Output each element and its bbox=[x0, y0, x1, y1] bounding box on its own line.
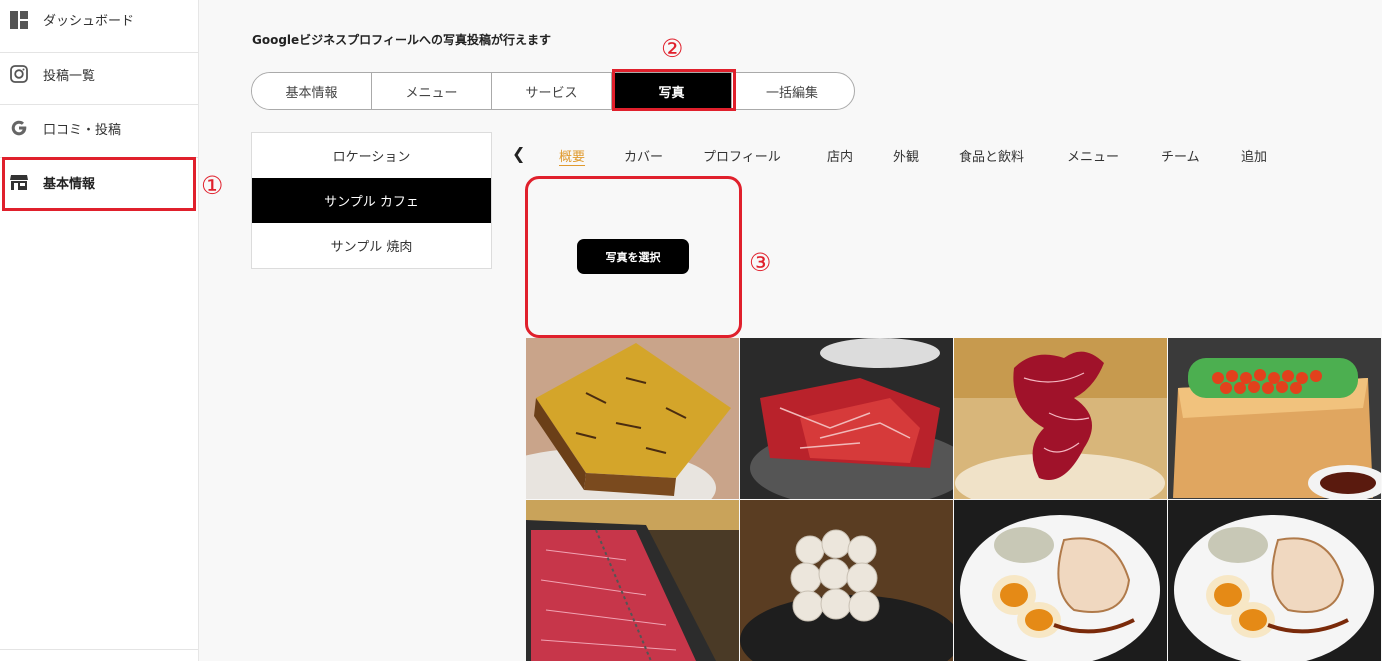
highlight-box-photo-tab bbox=[612, 69, 736, 111]
ramen-plate-photo-2[interactable] bbox=[1168, 500, 1381, 661]
chevron-left-icon[interactable]: ❮ bbox=[512, 144, 525, 163]
tab-exterior[interactable]: 外観 bbox=[893, 146, 919, 165]
cake-photo[interactable] bbox=[526, 338, 739, 499]
dashboard-icon bbox=[10, 11, 28, 29]
tab-food-drink[interactable]: 食品と飲料 bbox=[959, 146, 1024, 165]
tab-interior[interactable]: 店内 bbox=[827, 146, 853, 165]
location-header: ロケーション bbox=[332, 150, 411, 165]
tab-service[interactable]: サービス bbox=[492, 73, 612, 109]
ikura-box-photo[interactable] bbox=[1168, 338, 1381, 499]
tab-basic-info[interactable]: 基本情報 bbox=[252, 73, 372, 109]
annotation-step-1: ① bbox=[201, 171, 224, 200]
instagram-icon bbox=[10, 65, 28, 83]
divider bbox=[0, 649, 198, 650]
beef-tower-photo[interactable] bbox=[954, 338, 1167, 499]
annotation-step-2: ② bbox=[661, 34, 684, 63]
tab-menu-photos[interactable]: メニュー bbox=[1067, 146, 1119, 165]
tab-cover[interactable]: カバー bbox=[624, 146, 663, 165]
tab-overview[interactable]: 概要 bbox=[559, 146, 585, 165]
sidebar-item-label: 投稿一覧 bbox=[43, 69, 96, 84]
tab-bulk-edit[interactable]: 一括編集 bbox=[732, 73, 852, 109]
tab-additional[interactable]: 追加 bbox=[1241, 146, 1267, 165]
google-icon bbox=[10, 119, 28, 137]
white-dessert-photo[interactable] bbox=[740, 500, 953, 661]
sidebar: ダッシュボード 投稿一覧 口コミ・投稿 基本情報 bbox=[0, 0, 199, 661]
tab-team[interactable]: チーム bbox=[1161, 146, 1200, 165]
select-photo-button[interactable]: 写真を選択 bbox=[577, 239, 689, 274]
sidebar-item-posts[interactable]: 投稿一覧 bbox=[0, 52, 198, 105]
location-item-cafe[interactable]: サンプル カフェ bbox=[252, 178, 491, 223]
tab-menu[interactable]: メニュー bbox=[372, 73, 492, 109]
annotation-step-3: ③ bbox=[749, 248, 772, 277]
sidebar-item-dashboard[interactable]: ダッシュボード bbox=[0, 0, 198, 53]
beef-platter-photo[interactable] bbox=[740, 338, 953, 499]
location-list: ロケーション サンプル カフェ サンプル 焼肉 bbox=[251, 132, 492, 269]
highlight-box-basic-info bbox=[2, 157, 196, 211]
location-item-yakiniku[interactable]: サンプル 焼肉 bbox=[252, 223, 491, 268]
page-title: Googleビジネスプロフィールへの写真投稿が行えます bbox=[252, 33, 551, 47]
tab-profile[interactable]: プロフィール bbox=[703, 146, 781, 165]
sidebar-item-label: ダッシュボード bbox=[43, 14, 135, 29]
sidebar-item-reviews[interactable]: 口コミ・投稿 bbox=[0, 105, 198, 158]
ramen-plate-photo-1[interactable] bbox=[954, 500, 1167, 661]
sidebar-item-label: 口コミ・投稿 bbox=[43, 123, 122, 138]
beef-slices-photo[interactable] bbox=[526, 500, 739, 661]
main-tabs: 基本情報 メニュー サービス 写真 一括編集 bbox=[251, 72, 855, 110]
